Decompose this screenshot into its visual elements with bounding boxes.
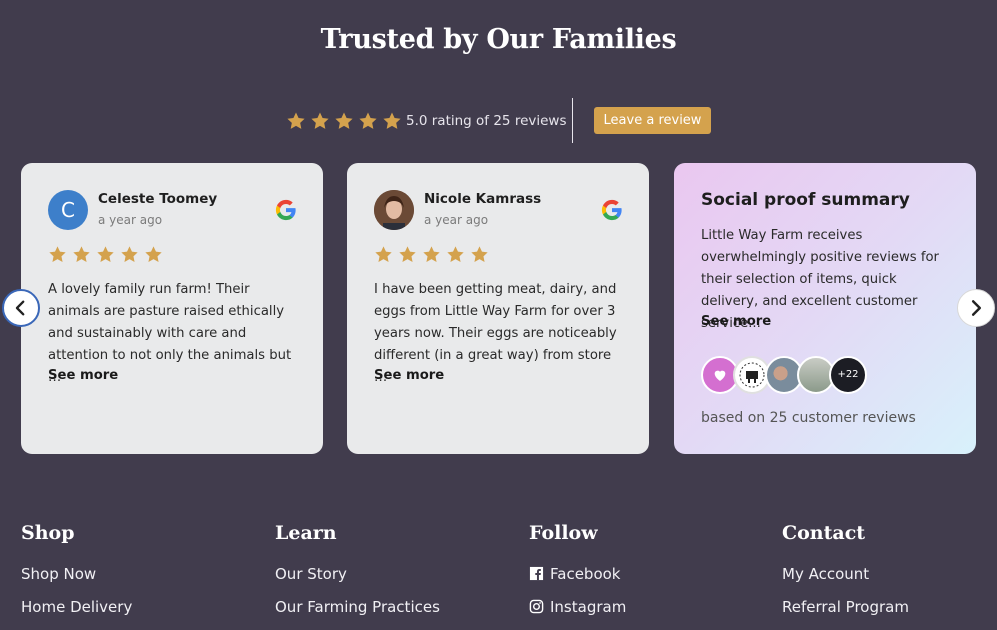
footer-link-home-delivery[interactable]: Home Delivery bbox=[21, 598, 132, 616]
review-stars bbox=[48, 245, 163, 264]
star-icon bbox=[358, 111, 378, 131]
review-card: Nicole Kamrass a year ago I have been ge… bbox=[347, 163, 649, 454]
more-reviewers-badge: +22 bbox=[829, 356, 867, 394]
star-icon bbox=[144, 245, 163, 264]
reviewer-name: Nicole Kamrass bbox=[424, 191, 542, 207]
social-proof-card: Social proof summary Little Way Farm rec… bbox=[674, 163, 976, 454]
review-card: C Celeste Toomey a year ago A lovely fam… bbox=[21, 163, 323, 454]
heart-icon bbox=[712, 367, 728, 383]
star-icon bbox=[48, 245, 67, 264]
footer-link-label: Facebook bbox=[550, 565, 621, 583]
carousel-next-button[interactable] bbox=[957, 289, 995, 327]
google-icon bbox=[601, 199, 623, 221]
rating-text: 5.0 rating of 25 reviews bbox=[406, 113, 567, 129]
summary-title: Social proof summary bbox=[701, 190, 910, 210]
footer-heading: Contact bbox=[782, 522, 866, 544]
footer-heading: Follow bbox=[529, 522, 598, 544]
summary-footer: based on 25 customer reviews bbox=[701, 410, 916, 426]
chevron-right-icon bbox=[971, 300, 982, 316]
divider bbox=[572, 98, 573, 143]
footer-link-my-account[interactable]: My Account bbox=[782, 565, 869, 583]
reviewer-name: Celeste Toomey bbox=[98, 191, 218, 207]
rating-stars bbox=[286, 111, 402, 131]
star-icon bbox=[96, 245, 115, 264]
leave-review-button[interactable]: Leave a review bbox=[594, 107, 711, 134]
avatar: C bbox=[48, 190, 88, 230]
footer-follow: Follow Facebook Instagram bbox=[529, 522, 626, 616]
footer-heading: Learn bbox=[275, 522, 337, 544]
footer-contact: Contact My Account Referral Program bbox=[782, 522, 909, 616]
instagram-icon bbox=[529, 599, 544, 614]
review-time: a year ago bbox=[98, 213, 163, 227]
star-icon bbox=[398, 245, 417, 264]
section-title: Trusted by Our Families bbox=[320, 24, 677, 55]
footer-link-instagram[interactable]: Instagram bbox=[529, 598, 626, 616]
rating-summary: 5.0 rating of 25 reviews Leave a review bbox=[0, 98, 997, 144]
star-icon bbox=[334, 111, 354, 131]
footer-learn: Learn Our Story Our Farming Practices bbox=[275, 522, 440, 616]
see-more-link[interactable]: See more bbox=[374, 368, 444, 383]
footer-link-label: Instagram bbox=[550, 598, 627, 616]
star-icon bbox=[310, 111, 330, 131]
footer-link-facebook[interactable]: Facebook bbox=[529, 565, 620, 583]
footer-shop: Shop Shop Now Home Delivery bbox=[21, 522, 132, 616]
star-icon bbox=[422, 245, 441, 264]
review-time: a year ago bbox=[424, 213, 489, 227]
see-more-link[interactable]: See more bbox=[701, 314, 771, 329]
footer-link-shop-now[interactable]: Shop Now bbox=[21, 565, 96, 583]
chevron-left-icon bbox=[15, 300, 25, 316]
footer-link-referral-program[interactable]: Referral Program bbox=[782, 598, 909, 616]
avatar bbox=[374, 190, 414, 230]
star-icon bbox=[72, 245, 91, 264]
google-icon bbox=[275, 199, 297, 221]
carousel-prev-button[interactable] bbox=[2, 289, 40, 327]
star-icon bbox=[374, 245, 393, 264]
star-icon bbox=[120, 245, 139, 264]
footer-heading: Shop bbox=[21, 522, 75, 544]
footer-link-our-story[interactable]: Our Story bbox=[275, 565, 347, 583]
review-stars bbox=[374, 245, 489, 264]
reviewer-avatars: +22 bbox=[701, 356, 881, 396]
star-icon bbox=[286, 111, 306, 131]
star-icon bbox=[446, 245, 465, 264]
footer-link-farming-practices[interactable]: Our Farming Practices bbox=[275, 598, 440, 616]
star-icon bbox=[470, 245, 489, 264]
star-icon bbox=[382, 111, 402, 131]
facebook-icon bbox=[529, 566, 544, 581]
see-more-link[interactable]: See more bbox=[48, 368, 118, 383]
